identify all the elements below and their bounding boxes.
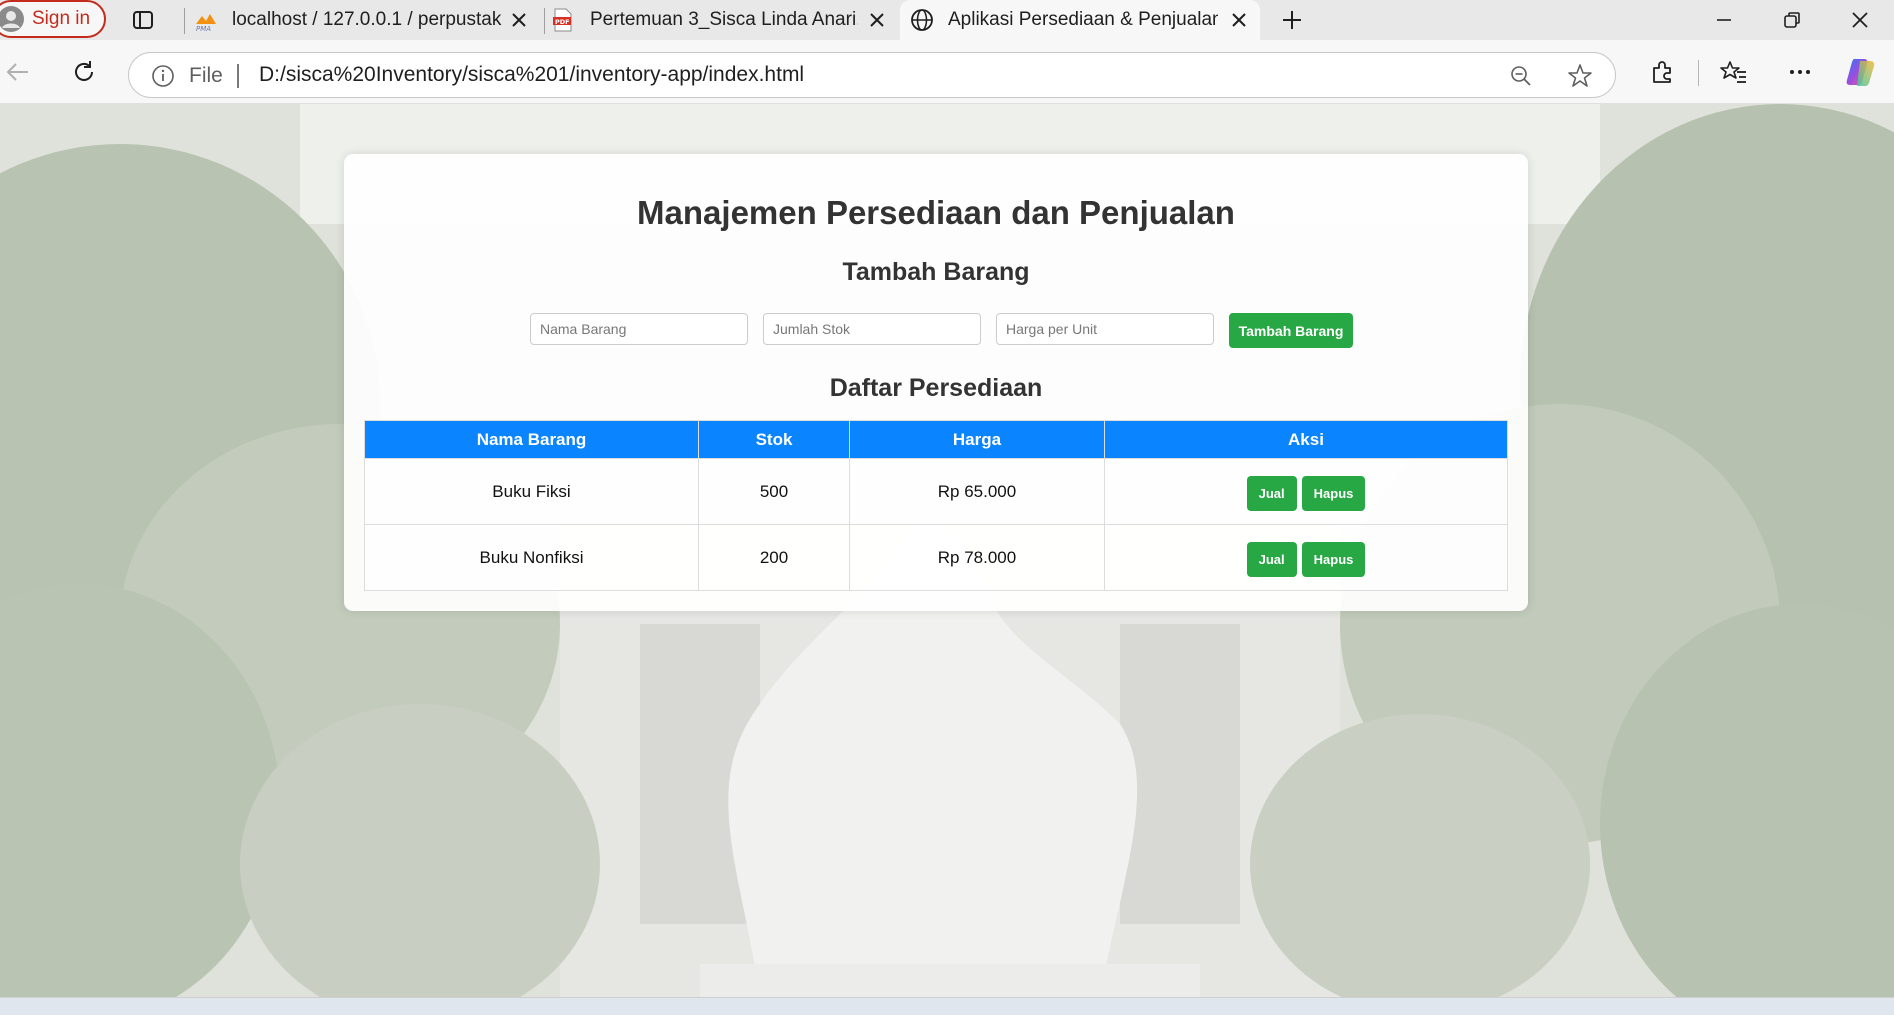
- minimize-icon[interactable]: [1712, 8, 1736, 32]
- add-item-heading: Tambah Barang: [842, 258, 1030, 286]
- delete-button[interactable]: Hapus: [1301, 542, 1366, 577]
- inventory-table: Nama Barang Stok Harga Aksi Buku Fiksi 5…: [364, 420, 1508, 591]
- favorites-icon[interactable]: [1720, 58, 1748, 86]
- sign-in-label: Sign in: [32, 8, 91, 29]
- page-viewport: Manajemen Persediaan dan Penjualan Tamba…: [0, 104, 1894, 997]
- actions-cell: Jual Hapus: [1104, 458, 1508, 525]
- tab-label: localhost / 127.0.0.1 / perpustakaa: [232, 9, 502, 30]
- close-tab-icon[interactable]: [866, 9, 888, 31]
- price-cell: Rp 78.000: [849, 524, 1105, 591]
- close-tab-icon[interactable]: [508, 9, 530, 31]
- stock-quantity-input[interactable]: [763, 313, 981, 345]
- column-header-stock: Stok: [698, 420, 850, 459]
- sign-in-button[interactable]: Sign in: [0, 0, 106, 38]
- globe-icon: [911, 9, 933, 31]
- unit-price-input[interactable]: [996, 313, 1214, 345]
- item-name-input[interactable]: [530, 313, 748, 345]
- tab-separator: [184, 8, 185, 34]
- tab-separator: [544, 8, 545, 34]
- extensions-icon[interactable]: [1648, 58, 1676, 86]
- page-title: Manajemen Persediaan dan Penjualan: [637, 194, 1235, 231]
- svg-text:PMA: PMA: [196, 25, 211, 32]
- column-header-price: Harga: [849, 420, 1105, 459]
- column-header-item-name: Nama Barang: [364, 420, 699, 459]
- price-cell: Rp 65.000: [849, 458, 1105, 525]
- sell-button[interactable]: Jual: [1246, 542, 1297, 577]
- inventory-card: Manajemen Persediaan dan Penjualan Tamba…: [344, 154, 1528, 611]
- stock-cell: 500: [698, 458, 850, 525]
- delete-button[interactable]: Hapus: [1301, 476, 1366, 511]
- close-tab-icon[interactable]: [1228, 9, 1250, 31]
- profile-icon: [0, 6, 24, 32]
- zoom-out-icon[interactable]: [1509, 64, 1533, 88]
- actions-cell: Jual Hapus: [1104, 524, 1508, 591]
- address-bar[interactable]: File D:/sisca%20Inventory/sisca%201/inve…: [128, 52, 1616, 98]
- close-window-icon[interactable]: [1848, 8, 1872, 32]
- browser-toolbar: File D:/sisca%20Inventory/sisca%201/inve…: [0, 40, 1894, 104]
- add-item-form: Tambah Barang: [530, 313, 1353, 348]
- tab-label: Aplikasi Persediaan & Penjualan: [948, 9, 1218, 30]
- table-row: Buku Nonfiksi 200 Rp 78.000 Jual Hapus: [364, 524, 1508, 591]
- svg-text:PDF: PDF: [555, 18, 570, 26]
- tab-active-app[interactable]: Aplikasi Persediaan & Penjualan: [900, 0, 1260, 40]
- sell-button[interactable]: Jual: [1246, 476, 1297, 511]
- restore-icon[interactable]: [1780, 8, 1804, 32]
- column-header-actions: Aksi: [1104, 420, 1508, 459]
- item-name-cell: Buku Nonfiksi: [364, 524, 699, 591]
- taskbar-strip: [0, 997, 1894, 1015]
- favorite-star-icon[interactable]: [1567, 63, 1593, 89]
- table-row: Buku Fiksi 500 Rp 65.000 Jual Hapus: [364, 458, 1508, 525]
- pdf-icon: PDF: [553, 8, 572, 32]
- toolbar-separator: [1698, 60, 1699, 86]
- address-separator: [237, 64, 239, 88]
- info-icon[interactable]: [151, 64, 175, 88]
- tab-label: Pertemuan 3_Sisca Linda Anari.pdf: [590, 9, 858, 30]
- tab-strip: Sign in PMA localhost / 127.0.0.1 / perp…: [0, 0, 1894, 40]
- tab-phpmyadmin[interactable]: PMA localhost / 127.0.0.1 / perpustakaa: [190, 0, 540, 40]
- url-text[interactable]: D:/sisca%20Inventory/sisca%201/inventory…: [259, 63, 804, 87]
- stock-cell: 200: [698, 524, 850, 591]
- phpmyadmin-icon: PMA: [196, 14, 216, 32]
- copilot-icon[interactable]: [1844, 55, 1878, 89]
- add-item-button[interactable]: Tambah Barang: [1229, 313, 1353, 348]
- back-arrow-icon[interactable]: [4, 58, 32, 86]
- new-tab-icon[interactable]: [1280, 8, 1304, 32]
- table-header-row: Nama Barang Stok Harga Aksi: [364, 420, 1508, 459]
- more-menu-icon[interactable]: [1786, 58, 1814, 86]
- tab-pdf[interactable]: PDF Pertemuan 3_Sisca Linda Anari.pdf: [548, 0, 898, 40]
- tab-actions-icon[interactable]: [132, 9, 154, 31]
- reload-icon[interactable]: [70, 58, 98, 86]
- scheme-label: File: [189, 64, 223, 87]
- inventory-list-heading: Daftar Persediaan: [829, 374, 1043, 402]
- item-name-cell: Buku Fiksi: [364, 458, 699, 525]
